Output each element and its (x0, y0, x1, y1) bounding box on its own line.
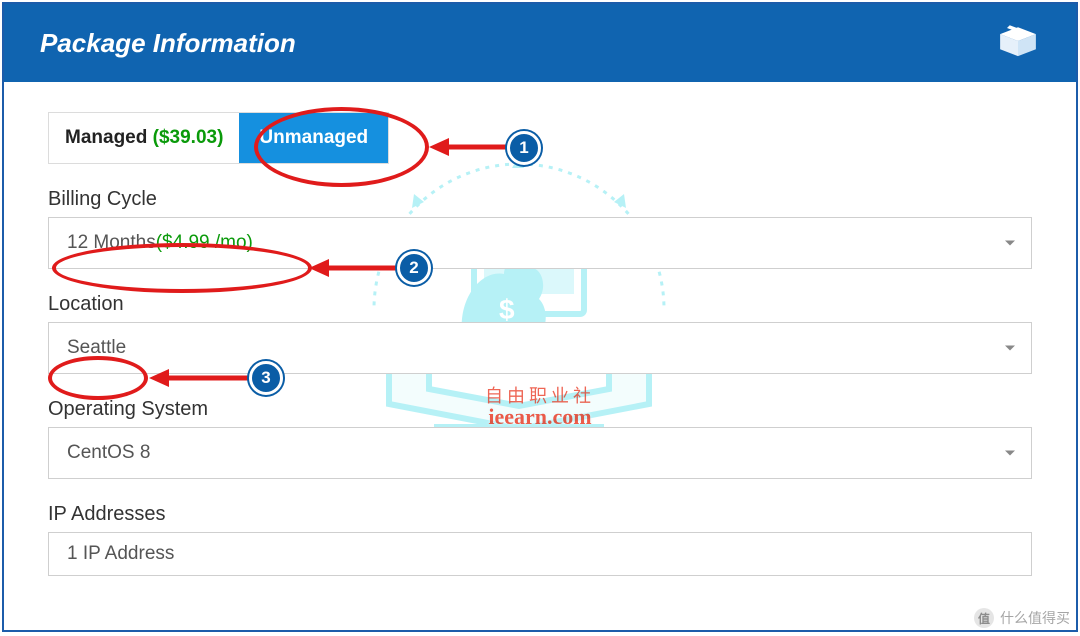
panel-header: Package Information (4, 4, 1076, 82)
corner-watermark-text: 什么值得买 (1000, 608, 1070, 628)
os-label: Operating System (48, 398, 1032, 421)
os-section: Operating System CentOS 8 (48, 398, 1032, 479)
annotation-badge-1: 1 (507, 131, 541, 165)
billing-price: ($4.99 /mo) (156, 232, 253, 254)
management-toggle: Managed ($39.03) Unmanaged (48, 112, 389, 164)
unmanaged-option[interactable]: Unmanaged (239, 113, 388, 163)
chevron-down-icon (1005, 241, 1015, 246)
annotation-badge-2: 2 (397, 251, 431, 285)
billing-section: Billing Cycle 12 Months ($4.99 /mo) (48, 188, 1032, 269)
ip-section: IP Addresses 1 IP Address (48, 503, 1032, 576)
corner-watermark: 值 什么值得买 (974, 608, 1070, 628)
chevron-down-icon (1005, 451, 1015, 456)
location-section: Location Seattle (48, 293, 1032, 374)
os-value: CentOS 8 (67, 442, 150, 464)
panel-title: Package Information (40, 28, 296, 59)
location-select[interactable]: Seattle (48, 322, 1032, 374)
chevron-down-icon (1005, 346, 1015, 351)
location-label: Location (48, 293, 1032, 316)
package-box-icon (996, 19, 1040, 68)
managed-option[interactable]: Managed ($39.03) (49, 113, 239, 163)
ip-label: IP Addresses (48, 503, 1032, 526)
os-select[interactable]: CentOS 8 (48, 427, 1032, 479)
billing-label: Billing Cycle (48, 188, 1032, 211)
ip-select[interactable]: 1 IP Address (48, 532, 1032, 576)
annotation-badge-3: 3 (249, 361, 283, 395)
location-value: Seattle (67, 337, 126, 359)
ip-value: 1 IP Address (67, 543, 174, 565)
zhi-icon: 值 (974, 608, 994, 628)
billing-value: 12 Months (67, 232, 156, 254)
managed-label: Managed (65, 127, 147, 148)
panel-content: Managed ($39.03) Unmanaged Billing Cycle… (4, 82, 1076, 576)
package-info-panel: Package Information (2, 2, 1078, 632)
billing-select[interactable]: 12 Months ($4.99 /mo) (48, 217, 1032, 269)
managed-price: ($39.03) (153, 127, 224, 148)
